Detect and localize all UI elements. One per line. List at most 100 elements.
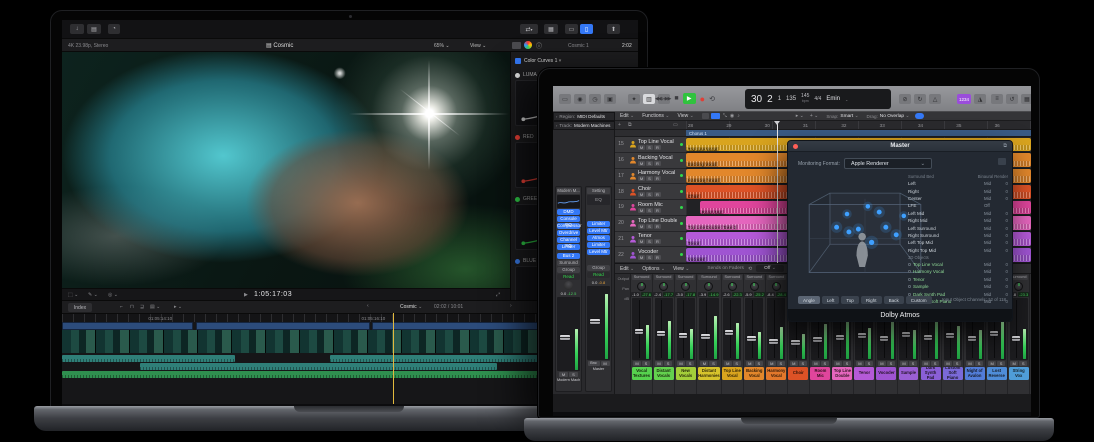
- bed-channel-row[interactable]: Left Mid Mid 0: [908, 210, 1008, 217]
- mixer-channel-strip[interactable]: Surround -2.6 -22.3 M S: [722, 274, 744, 394]
- stop-button[interactable]: ■: [674, 95, 678, 102]
- automation-mode[interactable]: Read: [587, 272, 610, 278]
- solo-button[interactable]: S: [909, 361, 917, 366]
- region-color-icon[interactable]: [702, 113, 709, 119]
- record-enable-button[interactable]: R: [654, 255, 661, 260]
- solo-button[interactable]: S: [664, 361, 672, 366]
- output-button[interactable]: Surround: [632, 275, 651, 280]
- mute-button[interactable]: M: [638, 239, 645, 244]
- object-channel-row[interactable]: Top Line Vocal Mid 0: [908, 261, 1008, 268]
- disclosure-icon[interactable]: ›: [556, 114, 557, 119]
- plugin-title-bar[interactable]: Master ⧉: [788, 141, 1012, 152]
- dolby-atmos-window[interactable]: Master ⧉ Monitoring Format: Apple Render…: [787, 140, 1013, 322]
- plugin-slot[interactable]: Atmos: [587, 235, 610, 241]
- append-edit-icon[interactable]: ⊒: [140, 304, 144, 310]
- mixer-channel-strip[interactable]: Surround -8.4 -28.4 M S: [766, 274, 788, 394]
- binaural-value[interactable]: Mid: [984, 226, 1000, 231]
- record-enable-button[interactable]: R: [654, 239, 661, 244]
- fader-cap[interactable]: [725, 330, 733, 335]
- plugin-slot[interactable]: Limiter: [587, 221, 610, 227]
- solo-button[interactable]: S: [646, 176, 653, 181]
- timeline-toggle-icon[interactable]: ▭: [565, 24, 578, 34]
- autozoom-icon[interactable]: [915, 113, 924, 119]
- solo-button[interactable]: S: [931, 361, 939, 366]
- automation-mode[interactable]: Read: [557, 274, 580, 280]
- mixer-channel-strip[interactable]: Surround -5.9 -25.2 M S: [744, 274, 766, 394]
- quick-help-icon[interactable]: ◷: [589, 94, 601, 104]
- channel-stepper[interactable]: 0: [1000, 292, 1008, 297]
- bed-channel-row[interactable]: Left Top Mid Mid 0: [908, 239, 1008, 246]
- import-icon[interactable]: ↓: [70, 24, 84, 34]
- marker-strip[interactable]: Chorus 1: [686, 130, 1031, 137]
- background-tasks-icon[interactable]: ◔: [108, 24, 120, 34]
- plugin-slot[interactable]: DMD: [557, 209, 580, 215]
- mute-button[interactable]: M: [768, 361, 776, 366]
- region-inspector-header[interactable]: › Region: MIDI Defaults: [553, 112, 615, 121]
- view-button[interactable]: Left: [822, 296, 840, 304]
- solo-button[interactable]: S: [777, 361, 785, 366]
- play-button[interactable]: ▶: [683, 93, 696, 104]
- fader-cap[interactable]: [858, 333, 866, 338]
- fader-cap[interactable]: [924, 335, 932, 340]
- bounce-button[interactable]: Bnc: [588, 361, 600, 366]
- view-button[interactable]: Right: [861, 296, 882, 304]
- pan-knob[interactable]: [659, 282, 668, 291]
- volume-fader[interactable]: [632, 298, 650, 360]
- play-icon[interactable]: ▶: [244, 292, 248, 298]
- fullscreen-icon[interactable]: ⤢: [496, 292, 500, 298]
- object-channel-row[interactable]: Harmony Vocal Mid 0: [908, 268, 1008, 275]
- group-slot[interactable]: Group: [587, 265, 610, 271]
- mute-button[interactable]: M: [790, 361, 798, 366]
- mute-button[interactable]: M: [1010, 361, 1018, 366]
- solo-button[interactable]: S: [646, 255, 653, 260]
- solo-mode-icon[interactable]: △: [929, 94, 941, 104]
- close-icon[interactable]: [793, 144, 798, 149]
- inspector-toggle-icon[interactable]: ▯: [580, 24, 593, 34]
- channel-stepper[interactable]: 0: [1000, 211, 1008, 216]
- fader-cap[interactable]: [836, 335, 844, 340]
- volume-fader[interactable]: [655, 298, 673, 360]
- solo-button[interactable]: S: [755, 361, 763, 366]
- mute-button[interactable]: M: [988, 361, 996, 366]
- zoom-menu[interactable]: 65% ⌄: [434, 43, 450, 49]
- fader-cap[interactable]: [813, 337, 821, 342]
- playhead-handle[interactable]: [774, 121, 780, 125]
- track-on-indicator[interactable]: [680, 143, 683, 146]
- binaural-value[interactable]: Mid: [984, 240, 1000, 245]
- bed-channel-row[interactable]: Right Top Mid Mid 0: [908, 247, 1008, 254]
- channel-stepper[interactable]: 0: [1000, 181, 1008, 186]
- automation-icon[interactable]: ◉: [730, 113, 734, 119]
- mute-button[interactable]: M: [633, 361, 641, 366]
- track-on-indicator[interactable]: [680, 253, 683, 256]
- binaural-value[interactable]: Mid: [984, 211, 1000, 216]
- effects-tool-icon[interactable]: ◎ ⌄: [108, 292, 118, 298]
- output-button[interactable]: Surround: [745, 275, 764, 280]
- pan-knob[interactable]: [750, 282, 759, 291]
- flex-icon[interactable]: ♪: [737, 113, 740, 119]
- mute-button[interactable]: M: [834, 361, 842, 366]
- track-inspector-header[interactable]: › Track: Modern Machines: [553, 121, 615, 130]
- view-options-icon[interactable]: [998, 158, 1006, 165]
- channel-stepper[interactable]: 0: [1000, 248, 1008, 253]
- disclosure-icon[interactable]: ›: [556, 123, 557, 128]
- record-enable-button[interactable]: R: [654, 208, 661, 213]
- snap-value[interactable]: Smart ⌄: [840, 114, 858, 119]
- track-header[interactable]: 19 Room Mic M S R: [615, 200, 686, 216]
- tuner-icon[interactable]: ⊘: [899, 94, 911, 104]
- plugin-slot[interactable]: Limiter: [587, 242, 610, 248]
- mixer-edit-menu[interactable]: Edit ⌄: [620, 266, 634, 272]
- solo-button[interactable]: S: [646, 192, 653, 197]
- forward-button[interactable]: ▶▶: [665, 96, 671, 102]
- replace-icon[interactable]: ↻: [914, 94, 926, 104]
- mixer-view-menu[interactable]: View ⌄: [673, 266, 689, 272]
- track-header[interactable]: 18 Choir M S R: [615, 184, 686, 200]
- track-on-indicator[interactable]: [680, 206, 683, 209]
- pan-knob[interactable]: [772, 282, 781, 291]
- channel-stepper[interactable]: 0: [1000, 240, 1008, 245]
- timeline-clip-menu[interactable]: Cosmic ⌄: [400, 304, 422, 310]
- setting-button[interactable]: Setting: [587, 188, 610, 194]
- track-on-indicator[interactable]: [680, 174, 683, 177]
- solo-button[interactable]: S: [953, 361, 961, 366]
- view-menu[interactable]: View ⌄: [470, 43, 486, 49]
- next-clip-icon[interactable]: ›: [510, 303, 512, 309]
